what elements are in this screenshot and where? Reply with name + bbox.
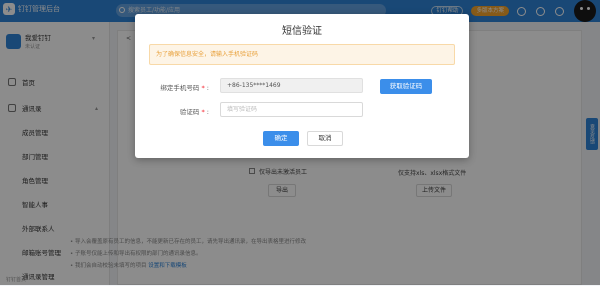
confirm-button[interactable]: 确定 (263, 131, 299, 146)
dialog-title: 短信验证 (282, 26, 322, 37)
alert-text: 为了确保信息安全，请输入手机验证码 (156, 51, 259, 58)
phone-field: +86-135****1469 (220, 78, 363, 93)
security-alert: 为了确保信息安全，请输入手机验证码 (149, 44, 455, 65)
code-label-text: 验证码 (179, 108, 200, 116)
verification-code-input[interactable]: 填写验证码 (220, 102, 363, 117)
required-marker: * (201, 84, 205, 92)
cancel-button[interactable]: 取消 (307, 131, 343, 146)
get-code-button[interactable]: 获取验证码 (380, 79, 432, 94)
sms-verify-dialog: 短信验证 为了确保信息安全，请输入手机验证码 绑定手机号码 * : +86-13… (135, 14, 469, 158)
code-label: 验证码 * : (179, 108, 209, 116)
phone-label: 绑定手机号码 * : (160, 84, 209, 92)
required-marker: * (201, 108, 205, 116)
phone-label-text: 绑定手机号码 (160, 84, 200, 92)
